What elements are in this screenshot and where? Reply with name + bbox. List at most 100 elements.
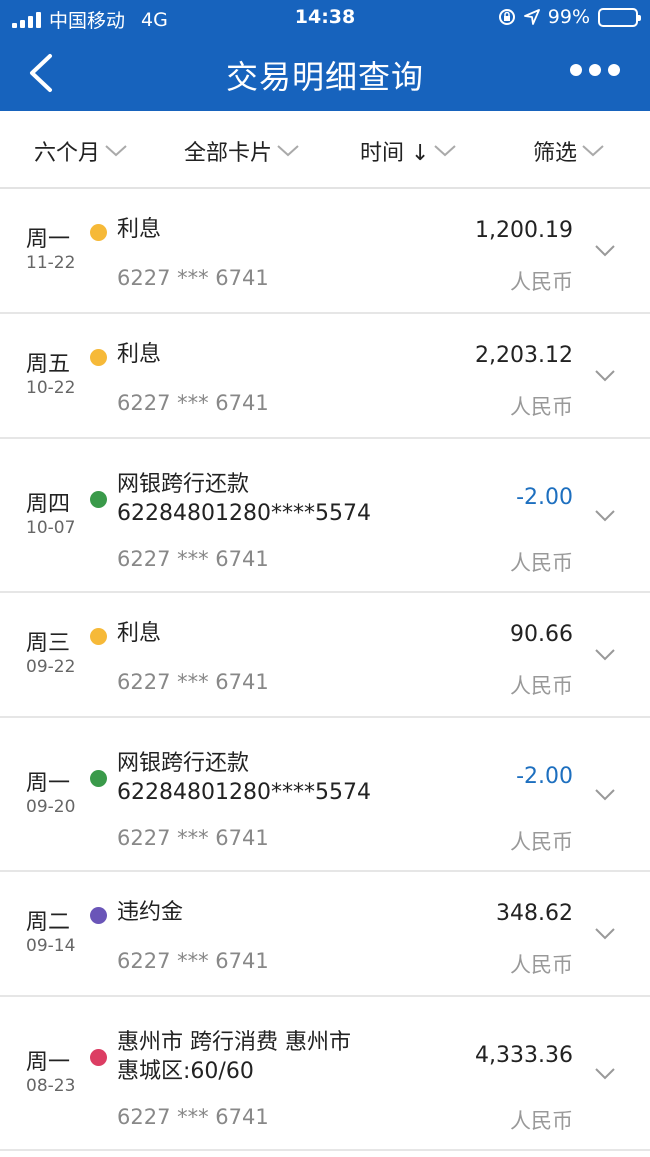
category-dot xyxy=(90,349,107,366)
transaction-description: 惠州市 跨行消费 惠州市 惠城区:60/60 xyxy=(117,1028,351,1086)
status-bar: 中国移动 4G 14:38 99% xyxy=(0,0,650,36)
date-label: 10-22 xyxy=(26,378,76,398)
transaction-row[interactable]: 周二 09-14 违约金 6227 *** 6741 348.62 人民币 xyxy=(0,872,650,997)
period-filter[interactable]: 六个月 xyxy=(34,135,128,167)
currency-label: 人民币 xyxy=(510,674,573,698)
card-number: 6227 *** 6741 xyxy=(117,547,269,571)
category-dot xyxy=(90,491,107,508)
transaction-description: 利息 xyxy=(117,619,161,648)
category-dot xyxy=(90,628,107,645)
weekday-label: 周三 xyxy=(26,631,71,656)
chevron-down-icon xyxy=(434,145,457,157)
weekday-label: 周五 xyxy=(26,352,71,377)
currency-label: 人民币 xyxy=(510,830,573,854)
cards-filter[interactable]: 全部卡片 xyxy=(184,135,300,167)
chevron-down-icon xyxy=(277,145,299,157)
cards-filter-label: 全部卡片 xyxy=(184,141,273,166)
weekday-label: 周一 xyxy=(26,227,71,252)
status-right: 99% xyxy=(498,6,641,28)
currency-label: 人民币 xyxy=(510,953,573,977)
transaction-description: 违约金 xyxy=(117,898,183,927)
category-dot xyxy=(90,907,107,924)
date-label: 08-23 xyxy=(26,1076,76,1096)
advanced-filter-label: 筛选 xyxy=(533,141,578,166)
currency-label: 人民币 xyxy=(510,551,573,575)
description-line-2: 惠城区:60/60 xyxy=(117,1059,254,1084)
transaction-description: 网银跨行还款 62284801280****5574 xyxy=(117,470,371,528)
description-line: 利息 xyxy=(117,217,162,242)
transaction-description: 网银跨行还款 62284801280****5574 xyxy=(117,749,371,807)
chevron-down-icon[interactable] xyxy=(594,509,616,523)
battery-percent: 99% xyxy=(547,6,590,28)
period-filter-label: 六个月 xyxy=(34,141,101,166)
date-label: 10-07 xyxy=(26,518,76,538)
description-line: 利息 xyxy=(117,621,162,646)
chevron-down-icon[interactable] xyxy=(594,927,616,941)
card-number: 6227 *** 6741 xyxy=(117,391,269,415)
amount-label: 4,333.36 xyxy=(475,1043,573,1068)
description-line-2: 62284801280****5574 xyxy=(117,501,371,526)
chevron-down-icon[interactable] xyxy=(594,648,616,662)
amount-label: 2,203.12 xyxy=(475,343,573,368)
more-dot xyxy=(570,64,582,76)
weekday-label: 周一 xyxy=(26,771,71,796)
amount-label: 1,200.19 xyxy=(475,218,573,243)
chevron-down-icon xyxy=(105,145,127,157)
chevron-down-icon xyxy=(582,145,604,157)
battery-icon xyxy=(598,7,641,27)
transaction-row[interactable]: 周四 10-07 网银跨行还款 62284801280****5574 6227 ***… xyxy=(0,439,650,593)
location-arrow-icon xyxy=(523,9,540,25)
category-dot xyxy=(90,1049,107,1066)
more-dot xyxy=(608,64,620,76)
chevron-down-icon[interactable] xyxy=(594,788,616,802)
chevron-down-icon[interactable] xyxy=(594,369,616,383)
card-number: 6227 *** 6741 xyxy=(117,266,269,290)
amount-label: -2.00 xyxy=(516,485,573,510)
description-line: 利息 xyxy=(117,342,162,367)
transaction-row[interactable]: 周一 08-23 惠州市 跨行消费 惠州市 惠城区:60/60 6227 *** 674… xyxy=(0,997,650,1151)
date-label: 09-14 xyxy=(26,936,76,956)
screen-lock-icon xyxy=(498,9,515,25)
advanced-filter[interactable]: 筛选 xyxy=(533,135,605,167)
description-line: 违约金 xyxy=(117,900,184,925)
category-dot xyxy=(90,770,107,787)
category-dot xyxy=(90,224,107,241)
amount-label: 90.66 xyxy=(510,622,573,647)
more-dot xyxy=(589,64,601,76)
weekday-label: 周一 xyxy=(26,1050,71,1075)
description-line: 网银跨行还款 xyxy=(117,472,250,497)
app-header: 中国移动 4G 14:38 99% 交易明细查询 xyxy=(0,0,650,111)
transaction-row[interactable]: 周一 09-20 网银跨行还款 62284801280****5574 6227 ***… xyxy=(0,718,650,872)
nav-bar: 交易明细查询 xyxy=(0,36,650,111)
filter-bar: 六个月 全部卡片 时间 ↓ 筛选 xyxy=(0,111,650,189)
transaction-list: 周一 11-22 利息 6227 *** 6741 1,200.19 人民币 周五 10-22… xyxy=(0,189,650,1151)
date-label: 09-20 xyxy=(26,797,76,817)
date-label: 09-22 xyxy=(26,657,76,677)
transaction-row[interactable]: 周一 11-22 利息 6227 *** 6741 1,200.19 人民币 xyxy=(0,189,650,314)
more-button[interactable] xyxy=(570,64,620,76)
description-line-2: 62284801280****5574 xyxy=(117,780,371,805)
chevron-down-icon[interactable] xyxy=(594,1067,616,1081)
date-label: 11-22 xyxy=(26,253,76,273)
transaction-row[interactable]: 周五 10-22 利息 6227 *** 6741 2,203.12 人民币 xyxy=(0,314,650,439)
card-number: 6227 *** 6741 xyxy=(117,949,269,973)
amount-label: -2.00 xyxy=(516,764,573,789)
currency-label: 人民币 xyxy=(510,395,573,419)
transaction-description: 利息 xyxy=(117,215,161,244)
card-number: 6227 *** 6741 xyxy=(117,826,269,850)
description-line: 网银跨行还款 xyxy=(117,751,250,776)
amount-label: 348.62 xyxy=(496,901,573,926)
card-number: 6227 *** 6741 xyxy=(117,670,269,694)
sort-filter-label: 时间 ↓ xyxy=(360,141,430,166)
currency-label: 人民币 xyxy=(510,270,573,294)
chevron-down-icon[interactable] xyxy=(594,244,616,258)
transaction-row[interactable]: 周三 09-22 利息 6227 *** 6741 90.66 人民币 xyxy=(0,593,650,718)
card-number: 6227 *** 6741 xyxy=(117,1105,269,1129)
currency-label: 人民币 xyxy=(510,1109,573,1133)
sort-time-filter[interactable]: 时间 ↓ xyxy=(360,135,457,167)
description-line: 惠州市 跨行消费 惠州市 xyxy=(117,1030,351,1055)
weekday-label: 周二 xyxy=(26,910,71,935)
page-title: 交易明细查询 xyxy=(225,58,424,96)
weekday-label: 周四 xyxy=(26,492,71,517)
transaction-description: 利息 xyxy=(117,340,161,369)
